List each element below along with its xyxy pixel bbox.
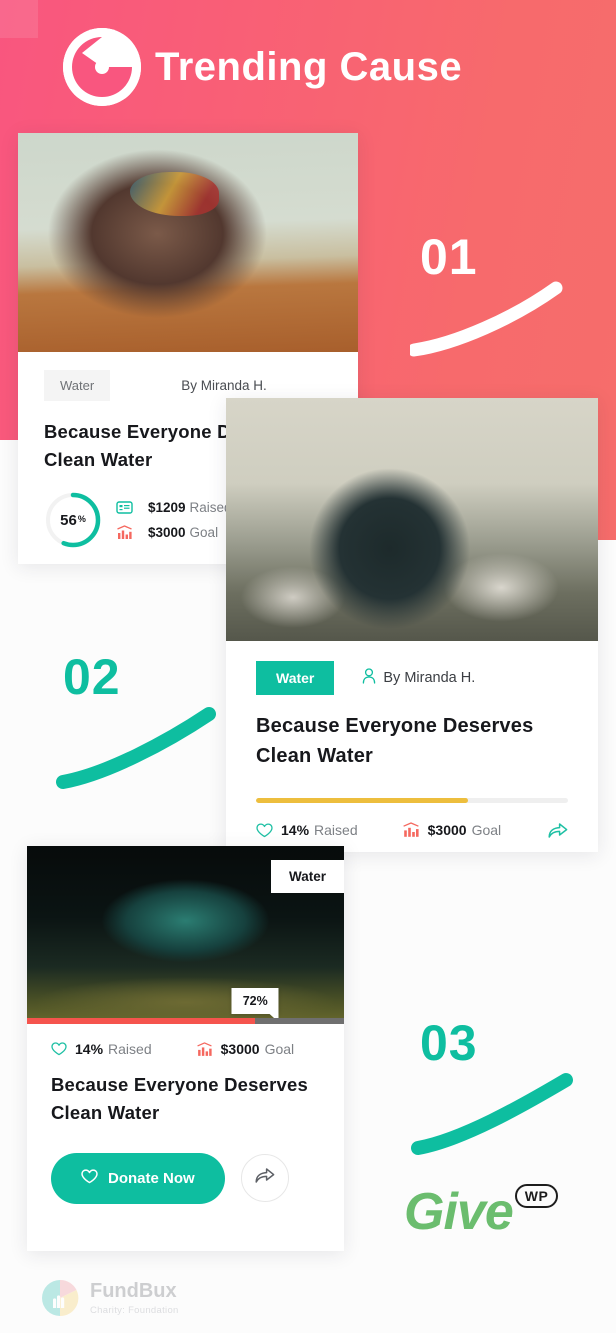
step-marker-01: 01	[410, 232, 590, 357]
fundbux-text-block: FundBux Charity: Foundation	[90, 1281, 179, 1316]
trending-cause-logo-icon	[63, 28, 141, 106]
page-title: Trending Cause	[155, 44, 463, 89]
progress-percent-value: 56	[60, 511, 77, 529]
goal-label: Goal	[264, 1041, 295, 1057]
goal-value: $3000	[427, 822, 467, 839]
raised-value: $1209	[148, 500, 186, 516]
percent-symbol: %	[77, 514, 86, 525]
goal-value: $3000	[148, 525, 186, 541]
donate-now-button[interactable]: Donate Now	[51, 1152, 225, 1204]
share-icon	[255, 1167, 275, 1189]
progress-bar-fill	[256, 797, 469, 803]
card-actions-row: Donate Now	[51, 1152, 320, 1204]
hero-corner-accent	[0, 0, 38, 38]
user-icon	[362, 668, 376, 688]
givewp-logo: Give WP	[404, 1183, 559, 1241]
receipt-icon	[116, 501, 138, 514]
category-tag[interactable]: Water	[270, 860, 344, 893]
author-label: By Miranda H.	[181, 378, 267, 393]
progress-ring-label: 56%	[44, 491, 102, 549]
raised-row: 14% Raised	[51, 1041, 152, 1057]
hero-notch	[596, 540, 616, 558]
card-meta-row: Water By Miranda H.	[44, 370, 332, 401]
progress-tooltip: 72%	[231, 988, 279, 1022]
raised-label: Raised	[314, 822, 358, 839]
goal-row: $3000 Goal	[402, 822, 502, 839]
wp-badge: WP	[514, 1184, 559, 1208]
goal-label: Goal	[471, 822, 502, 839]
heart-icon	[51, 1042, 67, 1056]
campaign-card-3[interactable]: Water 72% 14% Raised $3000 Goal Because …	[27, 846, 344, 1251]
brand-header: Trending Cause	[63, 28, 462, 106]
progress-bar-fill	[27, 1018, 256, 1024]
step-marker-03: 03	[410, 1018, 590, 1155]
goal-row: $3000 Goal	[196, 1041, 295, 1057]
progress-ring: 56%	[44, 491, 102, 549]
bar-chart-icon	[196, 1041, 213, 1057]
raised-row: 14% Raised	[256, 822, 358, 838]
raised-value: 14%	[281, 822, 310, 839]
goal-value: $3000	[220, 1041, 260, 1057]
progress-bar	[256, 797, 568, 803]
campaign-image	[18, 133, 358, 352]
fundbux-tagline: Charity: Foundation	[90, 1304, 179, 1316]
brush-stroke-icon	[56, 707, 216, 789]
bar-chart-icon	[116, 525, 138, 540]
raised-value: 14%	[75, 1041, 104, 1057]
brush-stroke-icon	[410, 281, 563, 357]
heart-icon	[256, 823, 273, 838]
fundbux-logo: FundBux Charity: Foundation	[40, 1278, 179, 1318]
campaign-title[interactable]: Because Everyone Deserves Clean Water	[256, 711, 568, 772]
raised-row: $1209 Raised	[116, 495, 232, 520]
heart-icon	[81, 1168, 98, 1188]
card-stats-row: 14% Raised $3000 Goal	[51, 1041, 320, 1057]
goal-row: $3000 Goal	[116, 520, 232, 545]
raised-label: Raised	[108, 1041, 152, 1057]
author-row: By Miranda H.	[362, 668, 475, 688]
givewp-wordmark: Give	[404, 1183, 514, 1241]
card-footer-row: 14% Raised $3000 Goal	[256, 822, 568, 839]
donate-now-label: Donate Now	[108, 1169, 195, 1187]
share-button[interactable]	[240, 1154, 289, 1202]
campaign-card-2[interactable]: Water By Miranda H. Because Everyone Des…	[226, 398, 598, 852]
campaign-image	[226, 398, 598, 641]
campaign-title[interactable]: Because Everyone Deserves Clean Water	[51, 1071, 320, 1127]
category-tag[interactable]: Water	[44, 370, 111, 401]
author-label: By Miranda H.	[383, 670, 476, 686]
category-tag[interactable]: Water	[256, 661, 335, 695]
bar-chart-icon	[402, 822, 420, 838]
card-meta-row: Water By Miranda H.	[256, 661, 568, 695]
step-marker-02: 02	[55, 652, 235, 789]
share-icon[interactable]	[548, 822, 568, 839]
brush-stroke-icon	[411, 1073, 573, 1155]
page-root: Trending Cause 01 Water By Miranda H. Be…	[0, 0, 616, 1333]
fundbux-name: FundBux	[90, 1279, 177, 1302]
campaign-image: Water 72%	[27, 846, 344, 1024]
goal-label: Goal	[189, 525, 219, 541]
progress-bar	[27, 1018, 344, 1024]
fundbux-mark-icon	[40, 1278, 80, 1318]
